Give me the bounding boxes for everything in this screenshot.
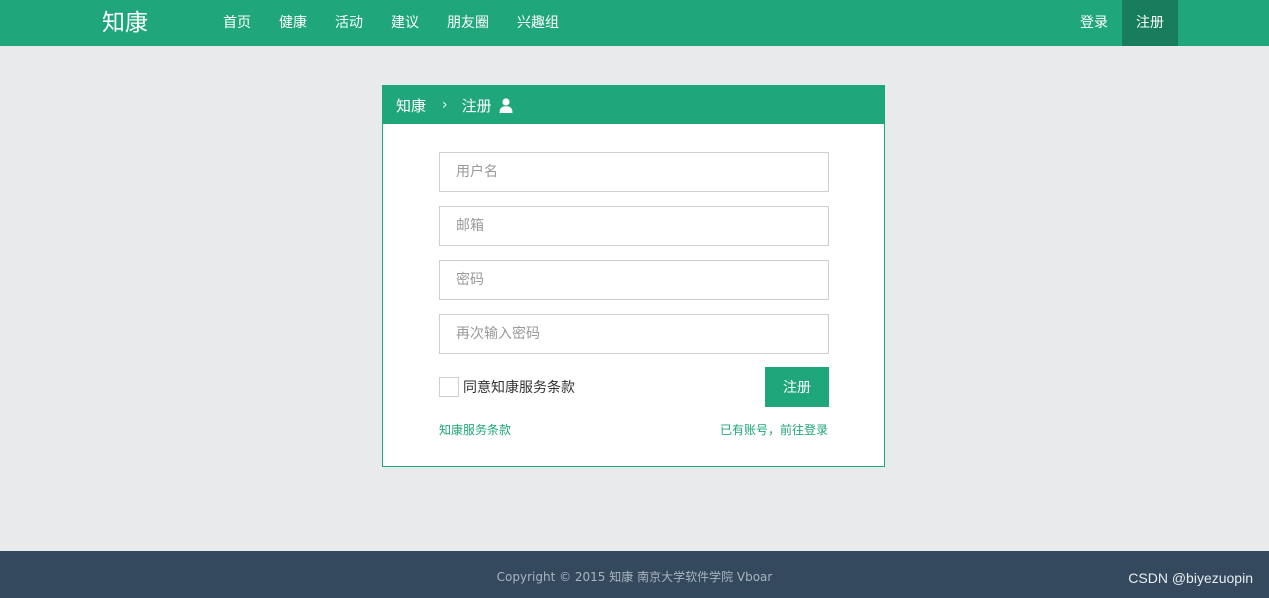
terms-link[interactable]: 知康服务条款 (439, 421, 511, 438)
agree-terms: 同意知康服务条款 (439, 377, 575, 397)
user-icon (499, 97, 513, 113)
confirm-password-input[interactable] (439, 314, 829, 354)
breadcrumb-separator: › (442, 97, 448, 113)
register-button[interactable]: 注册 (765, 367, 829, 407)
register-panel: 知康 › 注册 同意知康服务条款 注册 知康服务条款 已有账号，前往登录 (382, 85, 885, 467)
email-input[interactable] (439, 206, 829, 246)
nav-activity[interactable]: 活动 (335, 0, 363, 46)
auth-nav: 登录 注册 (1066, 0, 1178, 46)
top-navbar: 知康 首页 健康 活动 建议 朋友圈 兴趣组 登录 注册 (0, 0, 1269, 46)
breadcrumb-root[interactable]: 知康 (396, 95, 426, 116)
breadcrumb-current: 注册 (461, 96, 492, 115)
panel-header: 知康 › 注册 (383, 86, 884, 124)
footer: Copyright © 2015 知康 南京大学软件学院 Vboar CSDN … (0, 551, 1269, 598)
nav-interest-group[interactable]: 兴趣组 (517, 0, 559, 46)
copyright-text: Copyright © 2015 知康 南京大学软件学院 Vboar (496, 570, 773, 584)
username-input[interactable] (439, 152, 829, 192)
nav-suggestion[interactable]: 建议 (391, 0, 419, 46)
go-login-link[interactable]: 已有账号，前往登录 (720, 421, 828, 438)
nav-health[interactable]: 健康 (279, 0, 307, 46)
agree-label: 同意知康服务条款 (463, 380, 575, 396)
password-input[interactable] (439, 260, 829, 300)
register-link[interactable]: 注册 (1122, 0, 1178, 46)
csdn-watermark: CSDN @biyezuopin (1128, 570, 1253, 586)
main-nav: 首页 健康 活动 建议 朋友圈 兴趣组 (223, 0, 587, 46)
nav-moments[interactable]: 朋友圈 (447, 0, 489, 46)
login-link[interactable]: 登录 (1066, 0, 1122, 46)
nav-home[interactable]: 首页 (223, 0, 251, 46)
brand-logo[interactable]: 知康 (102, 8, 148, 38)
agree-checkbox[interactable] (439, 377, 459, 397)
